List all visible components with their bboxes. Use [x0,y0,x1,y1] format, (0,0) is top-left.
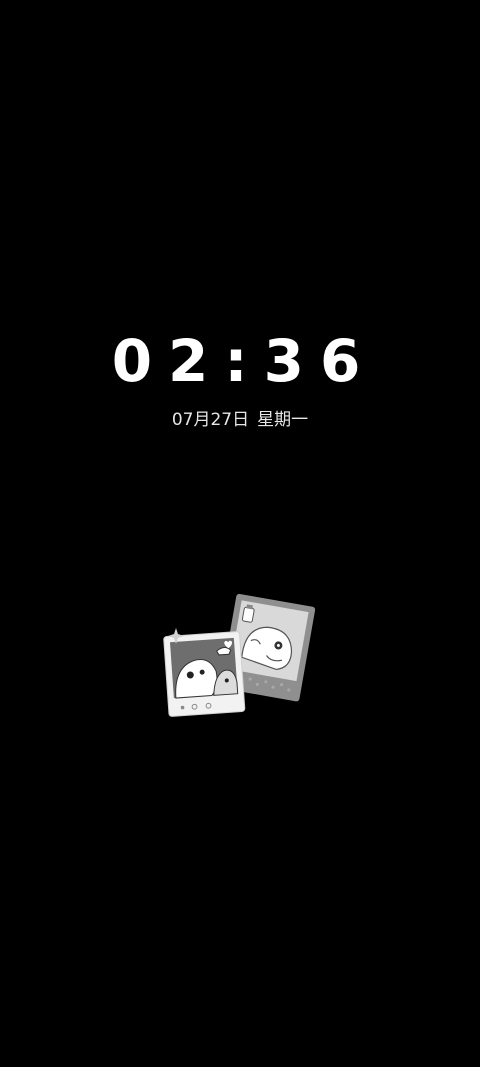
date-text: 07月27日 [171,410,250,430]
aod-screen: 02:36 07月27日 星期一 [0,0,480,1067]
weekday-text: 星期一 [257,410,309,430]
clock-time: 02:36 [111,327,377,395]
polaroid-photos-sticker-icon [163,593,316,717]
date-line: 07月27日 星期一 [0,408,480,432]
